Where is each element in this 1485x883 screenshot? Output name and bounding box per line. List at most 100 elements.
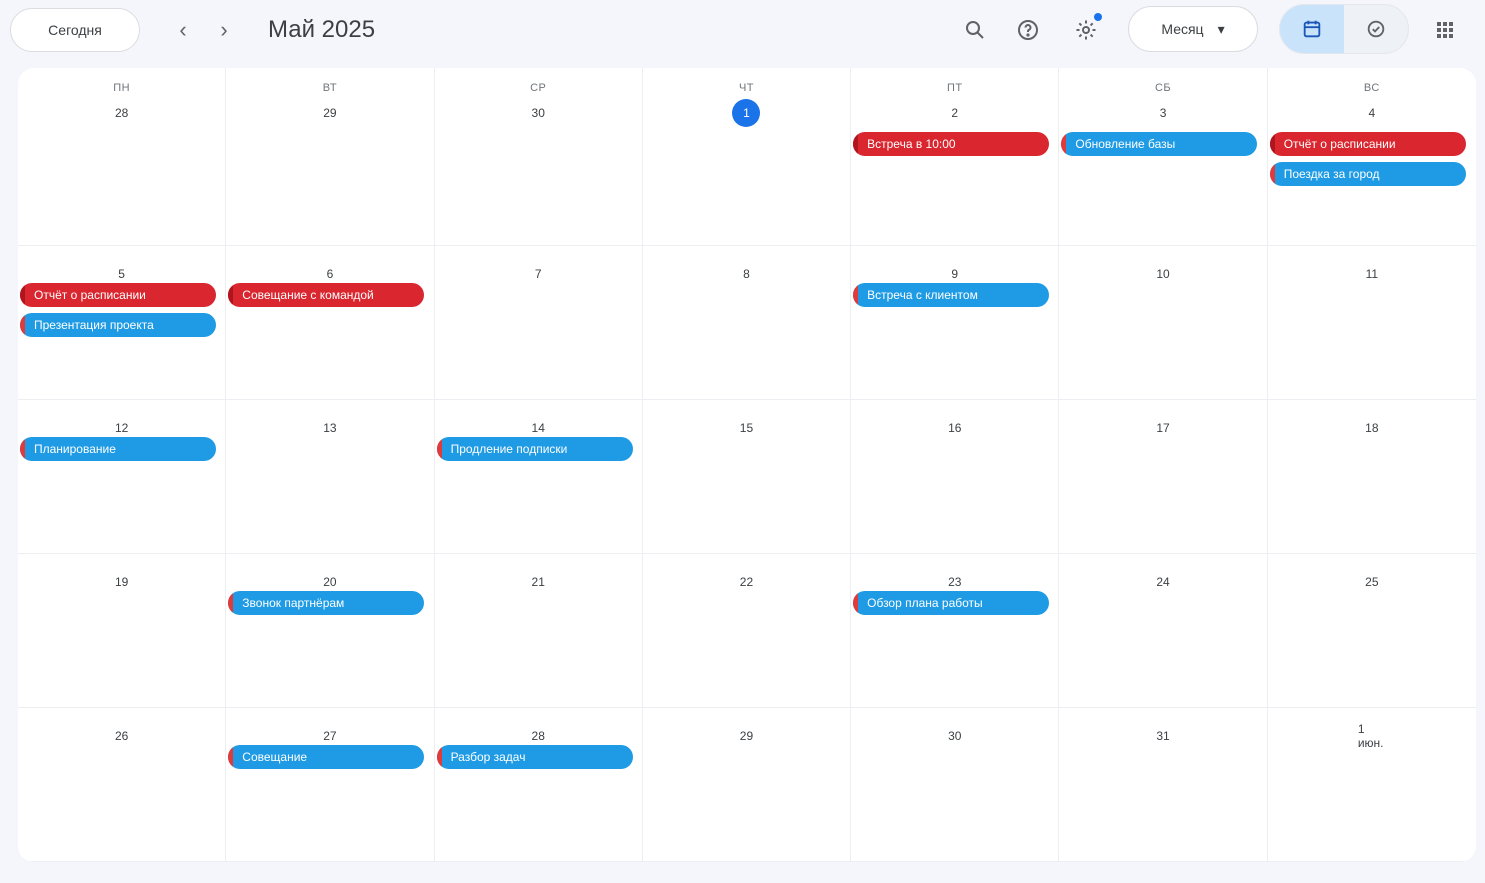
date-number[interactable]: 29 [316, 99, 344, 127]
event-chip[interactable]: Продление подписки [436, 437, 633, 461]
month-title: Май 2025 [268, 16, 376, 43]
day-cell[interactable]: 22 [642, 554, 852, 708]
date-number[interactable]: 28 [108, 99, 136, 127]
month-grid: ПН 28 ВТ 29 СР 30 ЧТ 1 ПТ 2 Встреча в 10:00 СБ 3 Обно… [18, 68, 1476, 862]
date-number[interactable]: 13 [316, 414, 344, 442]
date-number[interactable]: 7 [524, 260, 552, 288]
day-cell[interactable]: 25 [1267, 554, 1476, 708]
date-number[interactable]: 30 [524, 99, 552, 127]
day-cell[interactable]: 21 [434, 554, 643, 708]
day-cell[interactable]: 6 Совещание с командой [226, 246, 435, 400]
day-cell[interactable]: 17 [1059, 400, 1268, 554]
top-toolbar: Сегодня ‹ › Май 2025 Месяц ▾ [0, 0, 1485, 60]
date-number[interactable]: 21 [524, 568, 552, 596]
chevron-down-icon: ▾ [1217, 20, 1225, 37]
weekday-header: СР [530, 82, 547, 94]
event-chip[interactable]: Отчёт о расписании [20, 283, 216, 307]
day-cell[interactable]: 26 [18, 708, 227, 862]
weekday-header: ПТ [946, 82, 963, 94]
help-button[interactable] [1008, 10, 1048, 50]
apps-button[interactable] [1425, 10, 1465, 50]
event-chip[interactable]: Совещание [228, 745, 425, 769]
event-chip[interactable]: Обновление базы [1061, 132, 1258, 156]
previous-month-button[interactable]: ‹ [167, 14, 199, 46]
today-date-number[interactable]: 1 [732, 99, 761, 127]
day-cell[interactable]: ПТ 2 Встреча в 10:00 [851, 68, 1060, 246]
day-cell[interactable]: 31 [1059, 708, 1268, 862]
event-chip[interactable]: Презентация проекта [20, 313, 216, 337]
settings-button[interactable] [1066, 10, 1106, 50]
day-cell[interactable]: ПН 28 [18, 68, 227, 246]
view-mode-select[interactable]: Месяц ▾ [1128, 6, 1258, 52]
day-cell[interactable]: 24 [1059, 554, 1268, 708]
date-number[interactable]: 18 [1358, 414, 1386, 442]
weekday-header: ЧТ [738, 82, 755, 94]
day-cell[interactable]: 20 Звонок партнёрам [226, 554, 435, 708]
date-number[interactable]: 30 [941, 722, 969, 750]
date-number[interactable]: 10 [1149, 260, 1177, 288]
date-number[interactable]: 19 [108, 568, 136, 596]
weekday-header: ВТ [322, 82, 338, 94]
date-number[interactable]: 17 [1149, 414, 1177, 442]
event-chip[interactable]: Звонок партнёрам [228, 591, 425, 615]
day-cell[interactable]: 13 [226, 400, 435, 554]
apps-grid-icon [1437, 22, 1453, 38]
date-number[interactable]: 1 июн. [1358, 722, 1386, 750]
day-cell[interactable]: ЧТ 1 [642, 68, 852, 246]
date-number[interactable]: 15 [732, 414, 760, 442]
day-cell[interactable]: 30 [851, 708, 1060, 862]
date-number[interactable]: 24 [1149, 568, 1177, 596]
date-number[interactable]: 3 [1149, 99, 1177, 127]
today-button[interactable]: Сегодня [10, 8, 140, 52]
event-chip[interactable]: Поездка за город [1269, 162, 1466, 186]
date-number[interactable]: 25 [1358, 568, 1386, 596]
day-cell[interactable]: 5 Отчёт о расписании Презентация проекта [18, 246, 227, 400]
event-chip[interactable]: Планирование [20, 437, 216, 461]
event-chip[interactable]: Встреча в 10:00 [853, 132, 1050, 156]
day-cell[interactable]: СБ 3 Обновление базы [1059, 68, 1268, 246]
day-cell[interactable]: 14 Продление подписки [434, 400, 643, 554]
date-number[interactable]: 11 [1358, 260, 1386, 288]
day-cell[interactable]: 1 июн. [1267, 708, 1476, 862]
date-number[interactable]: 31 [1149, 722, 1177, 750]
check-circle-icon [1367, 20, 1385, 38]
day-cell[interactable]: 16 [851, 400, 1060, 554]
day-cell[interactable]: 15 [642, 400, 852, 554]
date-number[interactable]: 2 [941, 99, 969, 127]
date-number[interactable]: 16 [941, 414, 969, 442]
event-chip[interactable]: Встреча с клиентом [853, 283, 1050, 307]
day-cell[interactable]: 9 Встреча с клиентом [851, 246, 1060, 400]
date-number[interactable]: 22 [732, 568, 760, 596]
event-chip[interactable]: Разбор задач [436, 745, 633, 769]
date-number[interactable]: 4 [1358, 99, 1386, 127]
day-cell[interactable]: ВС 4 Отчёт о расписании Поездка за город [1267, 68, 1476, 246]
calendar-icon [1303, 20, 1321, 38]
day-cell[interactable]: 7 [434, 246, 643, 400]
day-cell[interactable]: 18 [1267, 400, 1476, 554]
day-cell[interactable]: 19 [18, 554, 227, 708]
day-cell[interactable]: 8 [642, 246, 852, 400]
day-cell[interactable]: 29 [642, 708, 852, 862]
day-cell[interactable]: 11 [1267, 246, 1476, 400]
app-view-toggle [1279, 4, 1409, 54]
event-chip[interactable]: Обзор плана работы [853, 591, 1050, 615]
day-cell[interactable]: 28 Разбор задач [434, 708, 643, 862]
day-cell[interactable]: 23 Обзор плана работы [851, 554, 1060, 708]
event-chip[interactable]: Совещание с командой [228, 283, 425, 307]
calendar-view-button[interactable] [1280, 5, 1344, 53]
date-number[interactable]: 26 [108, 722, 136, 750]
day-cell[interactable]: 12 Планирование [18, 400, 227, 554]
weekday-header: ВС [1363, 82, 1380, 94]
view-mode-label: Месяц [1161, 21, 1204, 37]
event-chip[interactable]: Отчёт о расписании [1269, 132, 1466, 156]
day-cell[interactable]: СР 30 [434, 68, 643, 246]
day-cell[interactable]: 10 [1059, 246, 1268, 400]
next-month-button[interactable]: › [208, 14, 240, 46]
day-cell[interactable]: 27 Совещание [226, 708, 435, 862]
tasks-view-button[interactable] [1344, 5, 1408, 53]
day-cell[interactable]: ВТ 29 [226, 68, 435, 246]
search-button[interactable] [955, 10, 995, 50]
date-number[interactable]: 29 [732, 722, 760, 750]
date-number[interactable]: 8 [732, 260, 760, 288]
weekday-header: ПН [113, 82, 131, 94]
